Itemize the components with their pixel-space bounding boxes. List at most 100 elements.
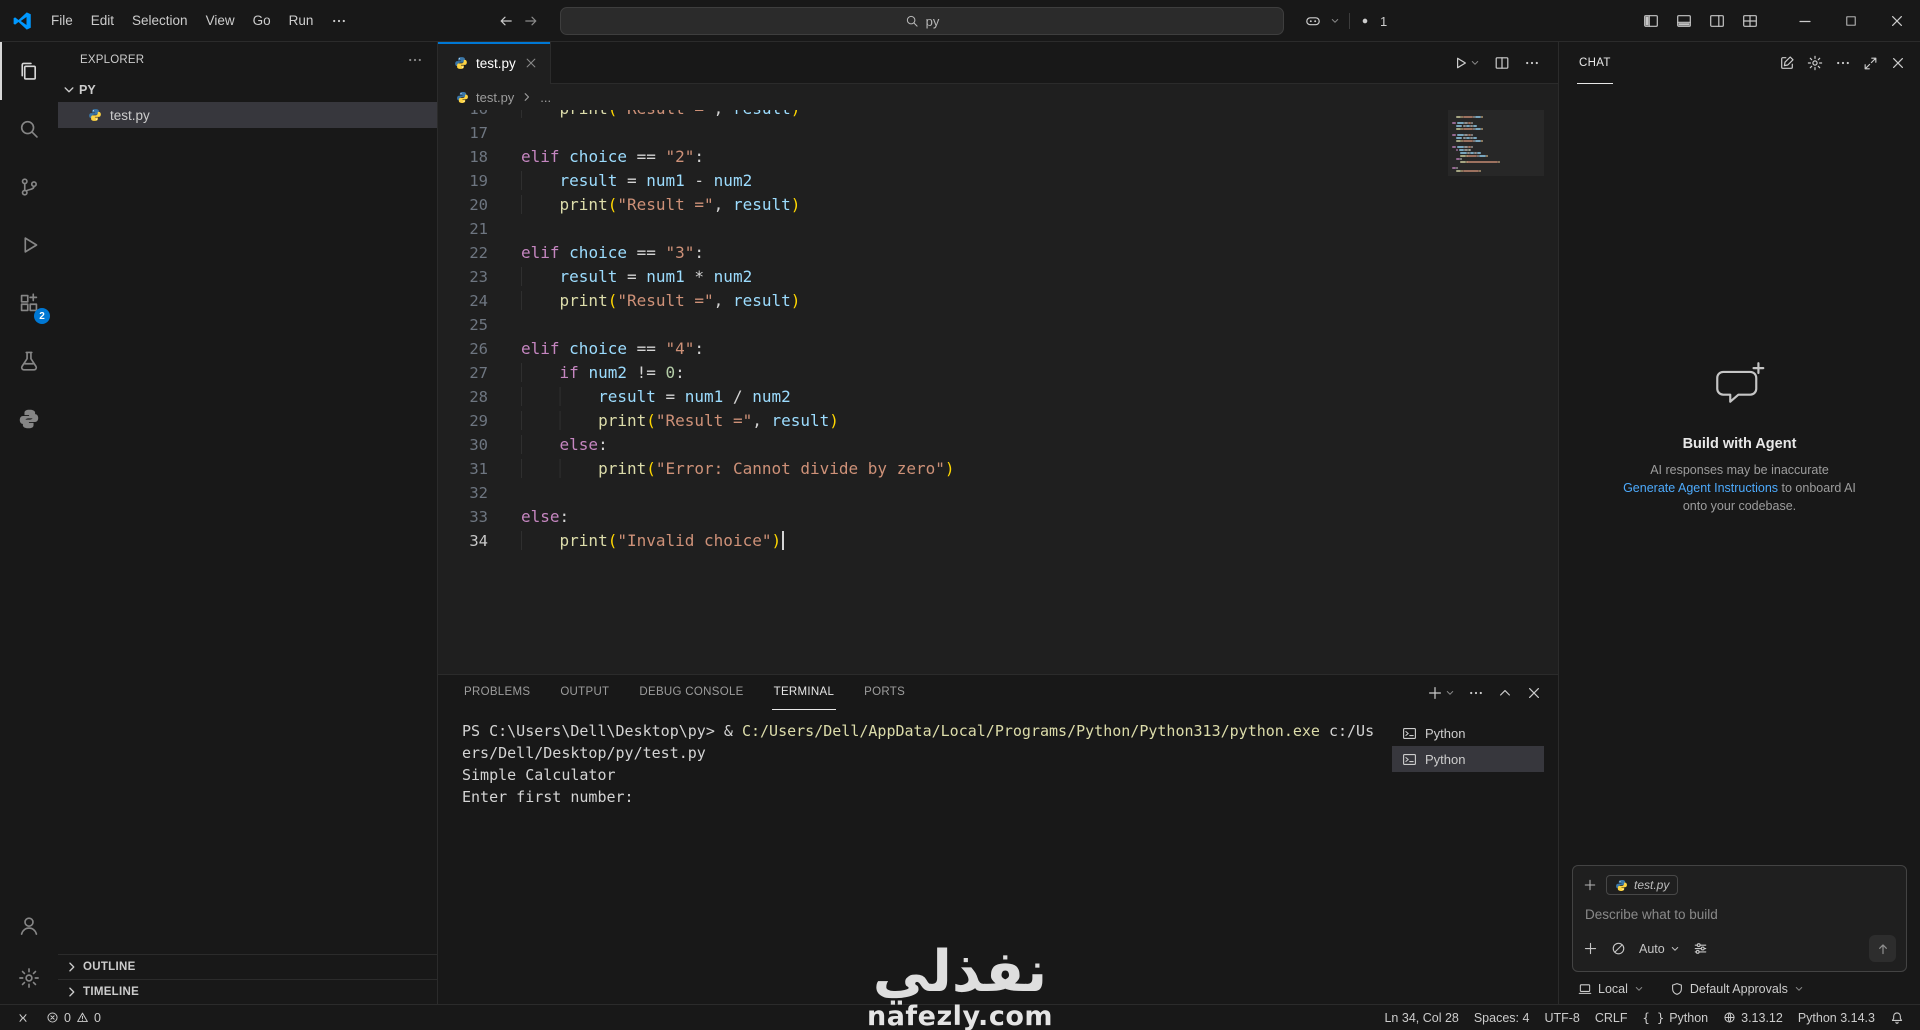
tab-test-py[interactable]: test.py [438, 42, 551, 84]
code-editor[interactable]: 16 17 18 19 20 21 22 23 24 25 26 27 28 29 30 31 32 33 34 p… [438, 110, 1558, 674]
approvals-selector[interactable]: Default Approvals [1670, 982, 1804, 996]
language-mode[interactable]: { } Python [1637, 1005, 1715, 1030]
eol[interactable]: CRLF [1589, 1005, 1634, 1030]
chat-settings-icon[interactable] [1807, 55, 1823, 71]
menu-selection[interactable]: Selection [123, 9, 197, 32]
tools-icon[interactable] [1611, 941, 1626, 956]
code-line[interactable]: result = num1 - num2 [521, 169, 1448, 193]
outline-section[interactable]: OUTLINE [58, 954, 437, 979]
add-context-icon[interactable] [1583, 878, 1597, 892]
nav-back-icon[interactable] [498, 13, 514, 29]
code-line[interactable] [521, 481, 1448, 505]
python-interpreter[interactable]: 3.13.12 [1717, 1005, 1789, 1030]
code-line[interactable]: elif choice == "2": [521, 145, 1448, 169]
code-line[interactable]: print("Result =", result) [521, 193, 1448, 217]
activity-source-control[interactable] [0, 158, 58, 216]
code-line[interactable]: elif choice == "4": [521, 337, 1448, 361]
code-line[interactable] [521, 313, 1448, 337]
code-line[interactable]: result = num1 * num2 [521, 265, 1448, 289]
maximize-button[interactable] [1828, 0, 1874, 42]
notifications-button[interactable] [1884, 1005, 1910, 1030]
code-line[interactable]: print("Result =", result) [521, 409, 1448, 433]
copilot-chevron-icon[interactable] [1330, 16, 1340, 26]
local-selector[interactable]: Local [1578, 982, 1644, 996]
code-line[interactable]: else: [521, 505, 1448, 529]
customize-layout-icon[interactable] [1742, 13, 1758, 29]
file-test-py[interactable]: test.py [58, 102, 437, 128]
activity-search[interactable] [0, 100, 58, 158]
chat-tab[interactable]: CHAT [1577, 42, 1613, 84]
code-line[interactable]: print("Result =", result) [521, 289, 1448, 313]
chat-input-card[interactable]: test.py Describe what to build Auto [1572, 865, 1907, 972]
panel-tab-problems[interactable]: PROBLEMS [462, 675, 532, 710]
close-window-button[interactable] [1874, 0, 1920, 42]
activity-run-debug[interactable] [0, 216, 58, 274]
terminal-list-item[interactable]: Python [1392, 720, 1544, 746]
menu-go[interactable]: Go [244, 9, 280, 32]
code-line[interactable] [521, 121, 1448, 145]
code-lines[interactable]: print("Result =", result) elif choice == … [488, 110, 1448, 674]
menu-more[interactable] [322, 9, 356, 33]
code-line[interactable]: print("Error: Cannot divide by zero") [521, 457, 1448, 481]
code-line[interactable]: else: [521, 433, 1448, 457]
panel-tab-debug-console[interactable]: DEBUG CONSOLE [637, 675, 745, 710]
activity-testing[interactable] [0, 332, 58, 390]
activity-extensions[interactable]: 2 [0, 274, 58, 332]
indentation[interactable]: Spaces: 4 [1468, 1005, 1536, 1030]
terminal-list-item[interactable]: Python [1392, 746, 1544, 772]
attach-icon[interactable] [1583, 941, 1598, 956]
editor-more-icon[interactable] [1524, 55, 1540, 71]
new-chat-icon[interactable] [1779, 55, 1795, 71]
minimap[interactable] [1448, 110, 1544, 674]
settings-button[interactable] [0, 952, 58, 1004]
toggle-sidebar-icon[interactable] [1643, 13, 1659, 29]
panel-tab-terminal[interactable]: TERMINAL [771, 675, 837, 710]
account-button[interactable] [0, 900, 58, 952]
close-tab-icon[interactable] [524, 56, 538, 70]
breadcrumb-file[interactable]: test.py [476, 90, 514, 105]
code-line[interactable]: print("Result =", result) [521, 110, 1448, 121]
breadcrumb-symbol[interactable]: ... [540, 90, 551, 105]
send-button[interactable] [1869, 935, 1896, 962]
activity-explorer[interactable] [0, 42, 58, 100]
expand-chat-icon[interactable] [1863, 56, 1878, 71]
menu-run[interactable]: Run [280, 9, 323, 32]
code-line[interactable]: print("Invalid choice") [521, 529, 1448, 553]
toggle-panel-icon[interactable] [1676, 13, 1692, 29]
encoding[interactable]: UTF-8 [1538, 1005, 1585, 1030]
nav-forward-icon[interactable] [523, 13, 539, 29]
split-editor-icon[interactable] [1494, 55, 1510, 71]
problems-button[interactable]: 0 0 [40, 1005, 107, 1030]
search-box[interactable]: py [560, 7, 1284, 35]
workspace-folder[interactable]: PY [58, 78, 437, 102]
code-line[interactable] [521, 217, 1448, 241]
menu-file[interactable]: File [42, 9, 82, 32]
maximize-panel-icon[interactable] [1497, 685, 1513, 701]
timeline-section[interactable]: TIMELINE [58, 979, 437, 1004]
activity-python[interactable] [0, 390, 58, 448]
terminal-output[interactable]: PS C:\Users\Dell\Desktop\py> & C:/Users/… [438, 710, 1392, 1004]
minimize-button[interactable] [1782, 0, 1828, 42]
minimap-slider[interactable] [1448, 110, 1544, 176]
menu-edit[interactable]: Edit [82, 9, 123, 32]
panel-tab-ports[interactable]: PORTS [862, 675, 907, 710]
code-line[interactable]: result = num1 / num2 [521, 385, 1448, 409]
generate-instructions-link[interactable]: Generate Agent Instructions [1623, 481, 1778, 495]
menu-view[interactable]: View [197, 9, 244, 32]
context-chip[interactable]: test.py [1606, 875, 1679, 895]
cursor-position[interactable]: Ln 34, Col 28 [1378, 1005, 1464, 1030]
close-chat-icon[interactable] [1890, 55, 1906, 71]
panel-tab-output[interactable]: OUTPUT [558, 675, 611, 710]
python-version[interactable]: Python 3.14.3 [1792, 1005, 1881, 1030]
code-line[interactable]: elif choice == "3": [521, 241, 1448, 265]
new-terminal-button[interactable] [1427, 685, 1455, 701]
toggle-secondary-sidebar-icon[interactable] [1709, 13, 1725, 29]
chat-input[interactable]: Describe what to build [1585, 907, 1894, 922]
panel-more-icon[interactable] [1468, 685, 1484, 701]
model-picker[interactable]: Auto [1639, 942, 1680, 956]
explorer-more-icon[interactable] [407, 52, 423, 68]
remote-button[interactable] [10, 1005, 36, 1030]
run-button[interactable] [1452, 55, 1480, 71]
breadcrumb[interactable]: test.py ... [438, 84, 1558, 110]
copilot-icon[interactable] [1305, 13, 1321, 29]
